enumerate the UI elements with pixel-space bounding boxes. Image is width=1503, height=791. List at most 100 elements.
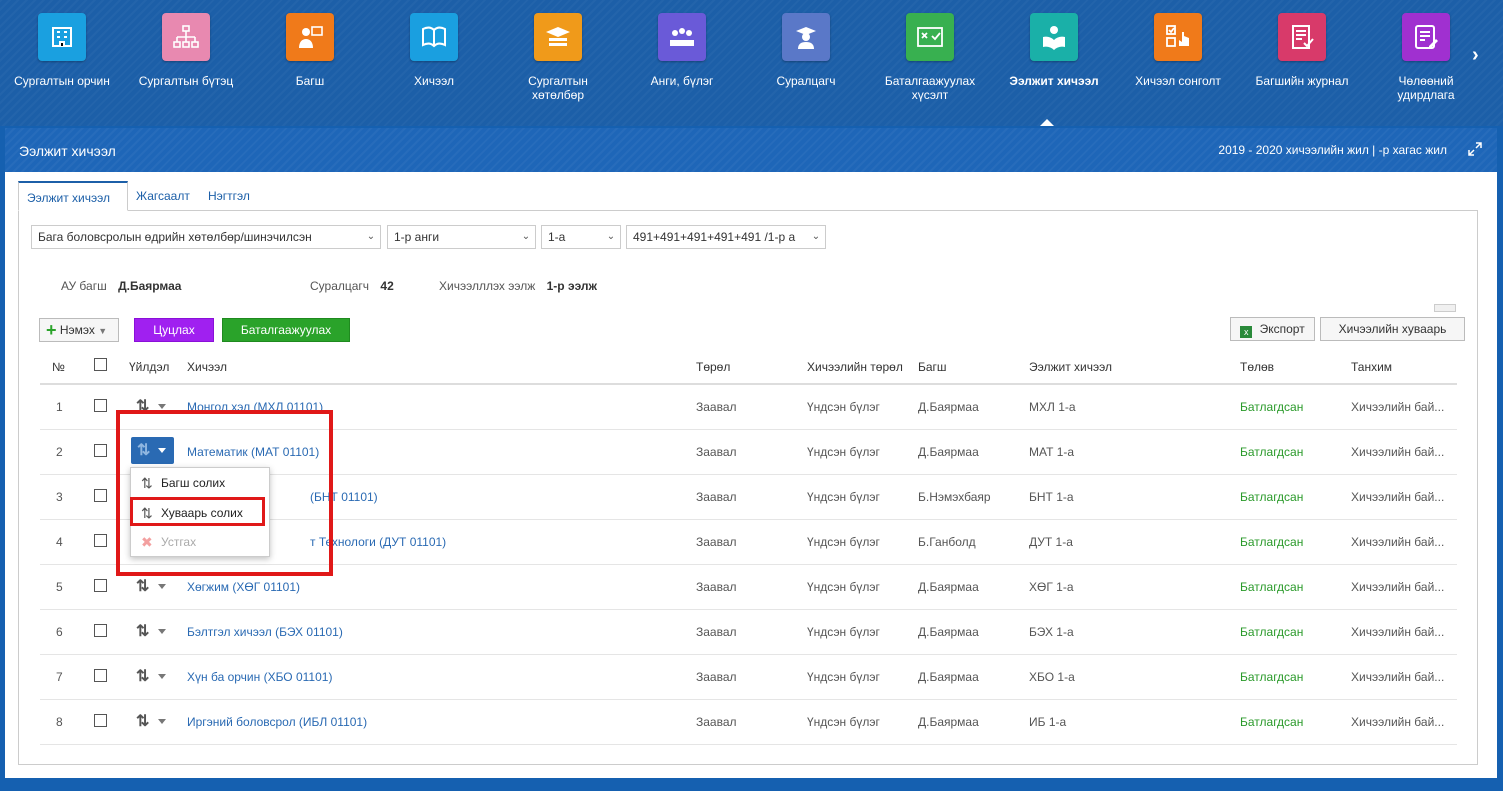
cell-shift: ДУТ 1-а [1029, 535, 1073, 549]
cell-teacher: Д.Баярмаа [918, 670, 979, 684]
nav-item-curriculum[interactable]: Сургалтын хөтөлбөр [496, 13, 620, 123]
row-checkbox[interactable] [94, 489, 107, 502]
row-checkbox[interactable] [94, 534, 107, 547]
book-icon [410, 13, 458, 61]
row-number: 4 [56, 535, 63, 549]
chevron-down-icon[interactable] [158, 404, 166, 409]
col-header-lesson-type: Хичээлийн төрөл [807, 360, 903, 374]
row-checkbox[interactable] [94, 669, 107, 682]
homeroom-teacher-value: Д.Баярмаа [118, 279, 182, 293]
row-number: 6 [56, 625, 63, 639]
nav-item-reading[interactable]: Ээлжит хичээл [992, 13, 1116, 123]
nav-label: Хичээл сонголт [1135, 74, 1221, 88]
nav-item-student[interactable]: Суралцагч [744, 13, 868, 123]
chevron-right-icon[interactable]: › [1472, 44, 1479, 67]
nav-item-leave[interactable]: Чөлөөний удирдлага [1364, 13, 1488, 123]
nav-label: Анги, бүлэг [650, 74, 714, 88]
cell-teacher: Д.Баярмаа [918, 445, 979, 459]
homeroom-teacher-info: АУ багш Д.Баярмаа [61, 279, 181, 293]
cell-teacher: Б.Ганболд [918, 535, 976, 549]
tab-summary[interactable]: Нэгтгэл [200, 181, 258, 211]
cell-type: Заавал [696, 535, 737, 549]
row-checkbox[interactable] [94, 444, 107, 457]
class-select[interactable]: 1-а ⌄ [541, 225, 621, 249]
add-button[interactable]: + Нэмэх ▼ [39, 318, 119, 342]
program-select[interactable]: Бага боловсролын өдрийн хөтөлбөр/шинэчил… [31, 225, 381, 249]
lesson-link[interactable]: Бэлтгэл хичээл (БЭХ 01101) [187, 625, 343, 639]
page-title: Ээлжит хичээл [19, 143, 116, 159]
swap-icon[interactable]: ⇅ [136, 666, 152, 686]
row-checkbox[interactable] [94, 399, 107, 412]
cell-teacher: Д.Баярмаа [918, 580, 979, 594]
col-header-status: Төлөв [1240, 360, 1275, 374]
status-badge: Батлагдсан [1240, 670, 1304, 684]
confirm-button[interactable]: Баталгаажуулах [222, 318, 350, 342]
cell-teacher: Д.Баярмаа [918, 625, 979, 639]
students-label: Суралцагч [310, 279, 370, 293]
student-icon [782, 13, 830, 61]
nav-item-org-chart[interactable]: Сургалтын бүтэц [124, 13, 248, 123]
nav-item-approval[interactable]: Баталгаажуулах хүсэлт [868, 13, 992, 123]
row-number: 5 [56, 580, 63, 594]
nav-item-selection[interactable]: Хичээл сонголт [1116, 13, 1240, 123]
nav-item-class[interactable]: Анги, бүлэг [620, 13, 744, 123]
select-all-checkbox[interactable] [94, 358, 107, 371]
nav-item-building[interactable]: Сургалтын орчин [0, 13, 124, 123]
term-label: Хичээлллэх ээлж [439, 279, 536, 293]
selection-icon [1154, 13, 1202, 61]
tab-list[interactable]: Жагсаалт [128, 181, 198, 211]
cell-shift: БНТ 1-а [1029, 490, 1074, 504]
nav-label: Сургалтын бүтэц [138, 74, 234, 88]
nav-item-book[interactable]: Хичээл [372, 13, 496, 123]
chevron-down-icon: ⌄ [807, 226, 825, 248]
cell-lesson-type: Үндсэн бүлэг [807, 445, 880, 459]
lesson-link[interactable]: Хөгжим (ХӨГ 01101) [187, 580, 300, 594]
lesson-link[interactable]: Иргэний боловсрол (ИБЛ 01101) [187, 715, 367, 729]
grade-select[interactable]: 1-р анги ⌄ [387, 225, 536, 249]
schedule-button[interactable]: Хичээлийн хуваарь [1320, 317, 1465, 341]
homeroom-teacher-label: АУ багш [61, 279, 107, 293]
row-checkbox[interactable] [94, 714, 107, 727]
status-badge: Батлагдсан [1240, 490, 1304, 504]
class-icon [658, 13, 706, 61]
active-nav-indicator [1040, 119, 1054, 126]
cell-type: Заавал [696, 625, 737, 639]
export-button[interactable]: x Экспорт [1230, 317, 1315, 341]
excel-icon: x [1240, 326, 1253, 338]
nav-label: Ээлжит хичээл [1009, 74, 1099, 88]
col-header-action: Үйлдэл [129, 360, 170, 374]
curriculum-icon [534, 13, 582, 61]
leave-icon [1402, 13, 1450, 61]
add-button-label: Нэмэх [59, 323, 95, 337]
nav-item-journal[interactable]: Багшийн журнал [1240, 13, 1364, 123]
cancel-button[interactable]: Цуцлах [134, 318, 214, 342]
expand-icon[interactable] [1467, 141, 1483, 157]
status-badge: Батлагдсан [1240, 400, 1304, 414]
swap-icon[interactable]: ⇅ [136, 621, 152, 641]
chevron-down-icon: ⌄ [517, 226, 535, 248]
reading-icon [1030, 13, 1078, 61]
tab-shift-lesson[interactable]: Ээлжит хичээл [18, 181, 128, 211]
chevron-down-icon[interactable] [158, 674, 166, 679]
export-label: Экспорт [1259, 322, 1305, 336]
nav-item-teacher[interactable]: Багш [248, 13, 372, 123]
row-checkbox[interactable] [94, 624, 107, 637]
row-number: 3 [56, 490, 63, 504]
collapse-button[interactable] [1434, 304, 1456, 312]
chevron-down-icon[interactable] [158, 719, 166, 724]
approval-icon [906, 13, 954, 61]
swap-icon[interactable]: ⇅ [136, 576, 152, 596]
cell-teacher: Д.Баярмаа [918, 715, 979, 729]
chevron-down-icon[interactable] [158, 629, 166, 634]
chevron-down-icon[interactable] [158, 584, 166, 589]
nav-label: Хичээл [414, 74, 454, 88]
cell-lesson-type: Үндсэн бүлэг [807, 670, 880, 684]
col-header-lesson: Хичээл [187, 360, 227, 374]
panel-header: Ээлжит хичээл 2019 - 2020 хичээлийн жил … [5, 128, 1497, 172]
row-checkbox[interactable] [94, 579, 107, 592]
swap-icon[interactable]: ⇅ [136, 711, 152, 731]
cell-lesson-type: Үндсэн бүлэг [807, 400, 880, 414]
highlight-box [116, 410, 333, 576]
plan-select[interactable]: 491+491+491+491+491 /1-р а ⌄ [626, 225, 826, 249]
lesson-link[interactable]: Хүн ба орчин (ХБО 01101) [187, 670, 332, 684]
